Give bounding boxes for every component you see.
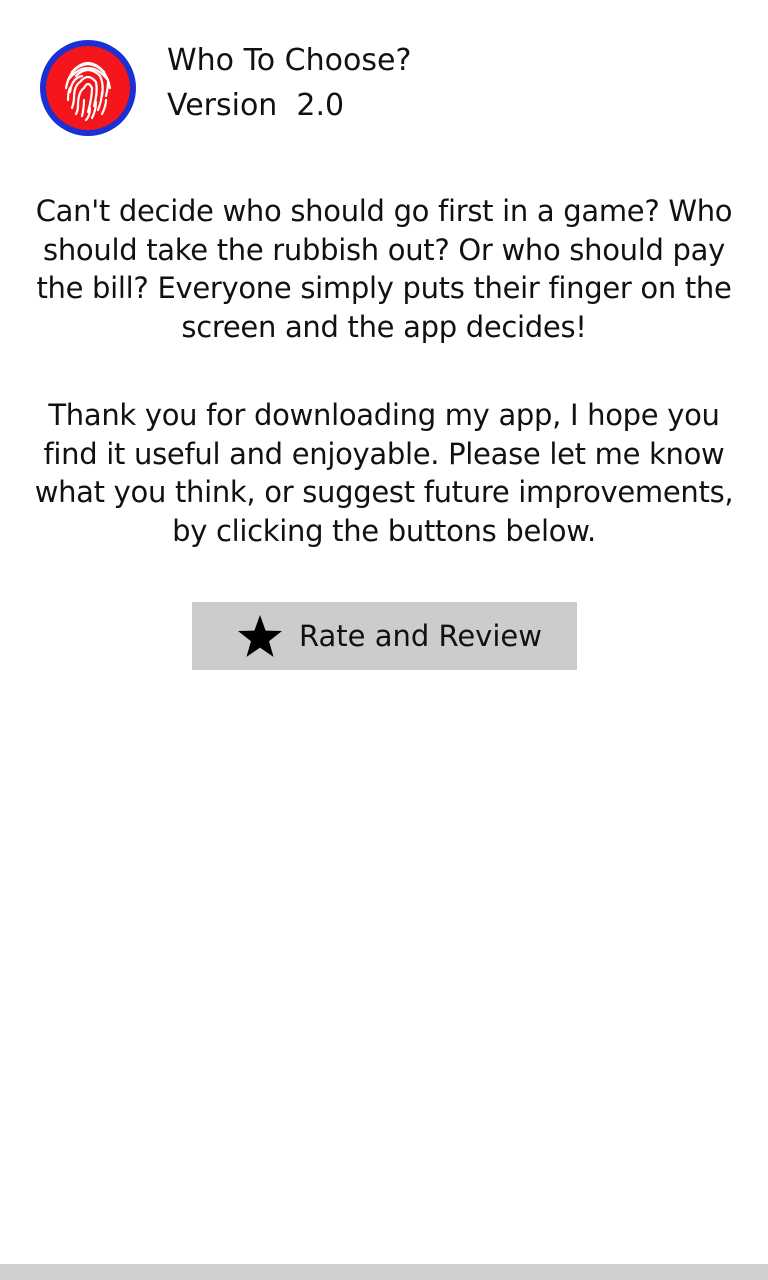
star-icon [236,613,284,661]
description-paragraph: Can't decide who should go first in a ga… [35,194,733,344]
app-title: Who To Choose? [167,43,412,78]
bottom-bar [0,1264,768,1280]
app-info: Who To Choose? Version 2.0 [167,38,411,128]
thank-you-paragraph: Thank you for downloading my app, I hope… [34,398,734,548]
app-logo [40,40,136,136]
app-header: Who To Choose? Version 2.0 [40,38,740,138]
fingerprint-icon [46,46,130,130]
rate-button-label: Rate and Review [299,619,542,653]
rate-and-review-button[interactable]: Rate and Review [192,602,577,670]
app-version: Version 2.0 [167,88,345,123]
